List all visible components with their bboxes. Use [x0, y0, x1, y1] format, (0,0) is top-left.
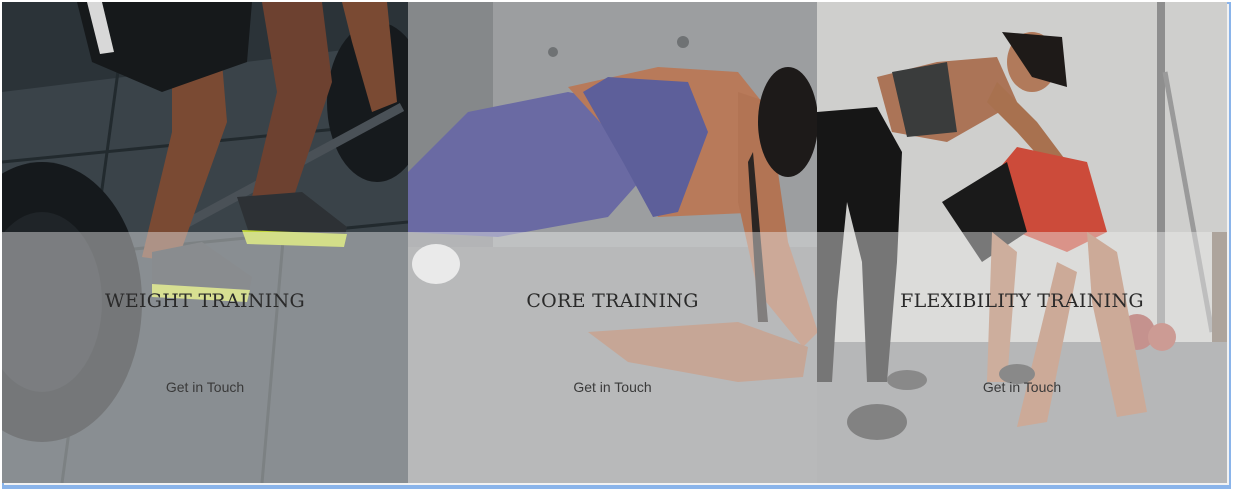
- service-title: CORE TRAINING: [526, 290, 699, 312]
- service-title: FLEXIBILITY TRAINING: [900, 290, 1144, 312]
- get-in-touch-link[interactable]: Get in Touch: [2, 379, 408, 395]
- get-in-touch-link[interactable]: Get in Touch: [817, 379, 1227, 395]
- caption-overlay: [408, 232, 817, 483]
- service-card-weight-training[interactable]: WEIGHT TRAINING Get in Touch: [2, 2, 408, 483]
- get-in-touch-link[interactable]: Get in Touch: [408, 379, 817, 395]
- caption-overlay: [2, 232, 408, 483]
- service-card-core-training[interactable]: CORE TRAINING Get in Touch: [408, 2, 817, 483]
- service-card-flexibility-training[interactable]: FLEXIBILITY TRAINING Get in Touch: [817, 2, 1227, 483]
- caption-overlay: [817, 232, 1227, 483]
- services-gallery: WEIGHT TRAINING Get in Touch CORE TRAINI…: [2, 2, 1227, 483]
- service-title: WEIGHT TRAINING: [104, 290, 305, 312]
